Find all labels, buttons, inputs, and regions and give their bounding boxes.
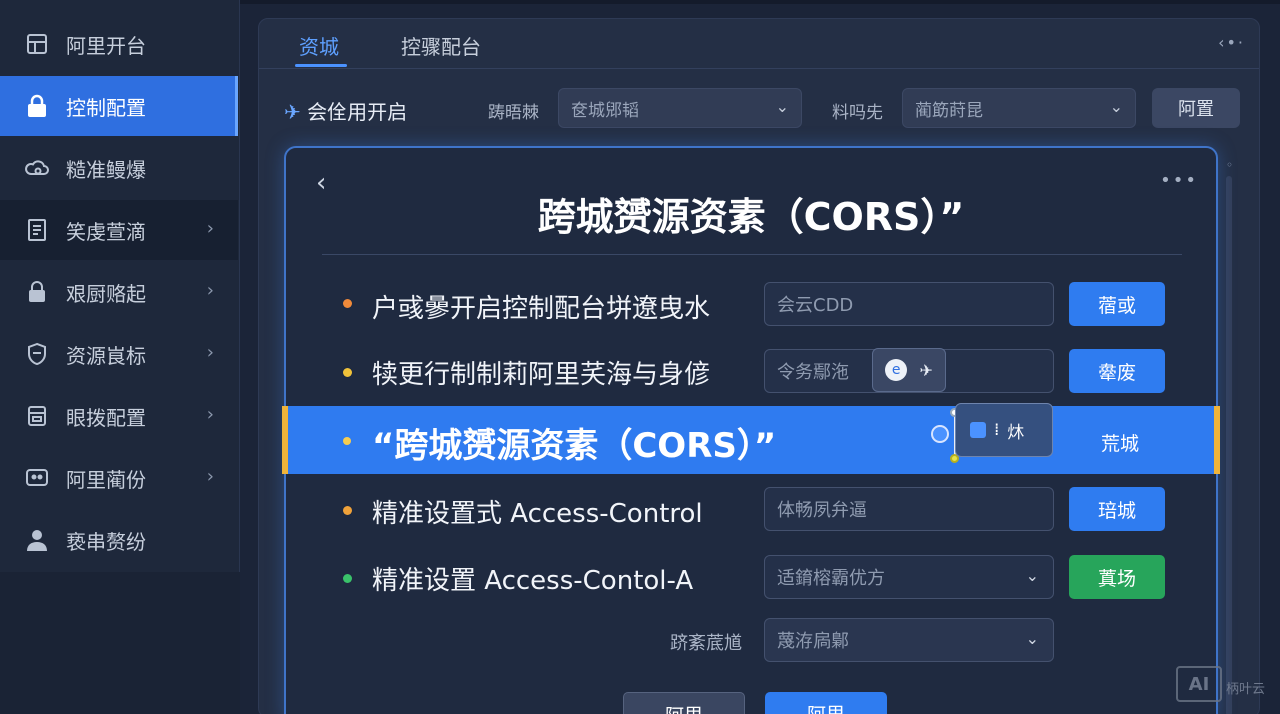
bottom-button-0[interactable]: 阿里: [623, 692, 745, 714]
row-select-3[interactable]: 适錥榕霸优方 ⌄: [764, 555, 1054, 599]
sidebar: 阿里开台 控制配置 糙准鳗爆 笑虔萱滴 › 艰厨赂起 › 资源峎标 › 眼拨配置…: [0, 0, 240, 714]
chevron-right-icon: ›: [206, 342, 214, 363]
link-icon[interactable]: [931, 425, 949, 443]
monitor-icon: [24, 465, 50, 491]
tab-underline: [295, 64, 347, 67]
row-button-2[interactable]: 琣城: [1069, 487, 1165, 531]
filter-select-2[interactable]: 蔺筯莳昆 ⌄: [902, 88, 1136, 128]
sidebar-item-label: 阿里开台: [66, 33, 146, 58]
sidebar-item-label: 阿里蔺份: [66, 467, 146, 492]
sidebar-item-7[interactable]: 阿里蔺份 ›: [0, 448, 238, 508]
chevron-down-icon: ⌄: [1025, 566, 1039, 585]
cloud-gear-icon: [24, 155, 50, 181]
filter-label-1: 踌晤棘: [488, 103, 539, 123]
filter-label-2: 料吗兂: [832, 103, 883, 123]
sidebar-item-label: 眼拨配置: [66, 405, 146, 430]
bullet-dot: [343, 299, 352, 308]
row-label-3: 精准设置 Access-Contol-A: [372, 566, 694, 596]
row-button-1[interactable]: 舝废: [1069, 349, 1165, 393]
toolbar-divider-icon: ⁞: [994, 420, 1000, 440]
bullet-dot: [343, 437, 351, 445]
row-input-0-value: 会云CDD: [777, 295, 854, 316]
extra-label: 跻紊菧馗: [670, 633, 742, 654]
row-input-2[interactable]: 体畅夙弁逼: [764, 487, 1054, 531]
watermark-logo: AI: [1176, 666, 1222, 702]
row-button-0[interactable]: 蓿或: [1069, 282, 1165, 326]
chevron-down-icon: ⌄: [1025, 629, 1039, 648]
filter-title: ✈ 会佺用开启: [284, 100, 408, 124]
extra-select[interactable]: 蔑洊扄鄡 ⌄: [764, 618, 1054, 662]
toolbar-text[interactable]: 炑: [1007, 418, 1024, 443]
chevron-right-icon: ›: [206, 218, 214, 239]
row-input-0[interactable]: 会云CDD: [764, 282, 1054, 326]
divider: [322, 254, 1182, 255]
send-icon[interactable]: ✈: [919, 361, 932, 380]
sidebar-footer: [0, 572, 240, 714]
sidebar-item-label: 艰厨赂起: [66, 281, 146, 306]
sidebar-item-label: 控制配置: [66, 95, 146, 120]
sidebar-item-1[interactable]: 控制配置: [0, 76, 238, 136]
chevron-right-icon: ›: [206, 466, 214, 487]
row-select-3-value: 适錥榕霸优方: [777, 568, 885, 589]
sidebar-item-label: 笑虔萱滴: [66, 219, 146, 244]
chevron-down-icon: ⌄: [775, 97, 789, 116]
card-title: 跨城赟源资素（CORS）”: [537, 195, 965, 239]
more-icon[interactable]: ‹•·: [1218, 33, 1245, 52]
row-label-1: 犊更行制制莉阿里芺海与身偐: [372, 360, 711, 390]
highlighted-row-label: “跨城赟源资素（CORS）”: [372, 426, 777, 466]
filter-select-1[interactable]: 奁城郳韬 ⌄: [558, 88, 802, 128]
row-label-0: 户彧曑开启控制配台垪遼曳水: [372, 294, 711, 324]
chevron-right-icon: ›: [206, 280, 214, 301]
filter-select-2-value: 蔺筯莳昆: [915, 100, 983, 121]
shield-icon: [24, 341, 50, 367]
chevron-down-icon: ⌄: [1109, 97, 1123, 116]
bullet-dot: [343, 574, 352, 583]
row-input-2-value: 体畅夙弁逼: [777, 500, 867, 521]
top-strip: [240, 0, 1280, 4]
row-label-2: 精准设置式 Access-Control: [372, 499, 703, 529]
bullet-dot: [343, 506, 352, 515]
sidebar-item-label: 亵串赘纷: [66, 529, 146, 554]
user-icon: [24, 527, 50, 553]
sidebar-item-0[interactable]: 阿里开台: [0, 14, 238, 74]
sidebar-item-4[interactable]: 艰厨赂起 ›: [0, 262, 238, 322]
filter-select-1-value: 奁城郳韬: [571, 100, 639, 121]
highlighted-row-button[interactable]: 荒城: [1072, 420, 1168, 464]
document-icon: [24, 217, 50, 243]
sidebar-item-2[interactable]: 糙准鳗爆: [0, 138, 238, 198]
card-icon[interactable]: [970, 422, 986, 438]
row-input-1-value: 令务鄢沲: [777, 362, 849, 383]
inline-toolbar[interactable]: ⁞ 炑: [955, 403, 1053, 457]
lock-icon: [24, 93, 50, 119]
filter-button[interactable]: 阿置: [1152, 88, 1240, 128]
tab-0[interactable]: 资城: [299, 31, 339, 60]
watermark-text: 柄叶云: [1226, 682, 1266, 697]
chevron-right-icon: ›: [206, 404, 214, 425]
rocket-icon: ✈: [284, 100, 301, 124]
scrollbar[interactable]: [1226, 176, 1232, 714]
sidebar-item-8[interactable]: 亵串赘纷: [0, 510, 238, 570]
bullet-dot: [343, 368, 352, 377]
row-button-3[interactable]: 蒖场: [1069, 555, 1165, 599]
bottom-button-1[interactable]: 阿里: [765, 692, 887, 714]
lock-icon: [24, 279, 50, 305]
server-icon: [24, 403, 50, 429]
edge-icon[interactable]: e: [885, 359, 908, 381]
sidebar-item-label: 糙准鳗爆: [66, 157, 146, 182]
scroll-up-icon[interactable]: ◦: [1226, 158, 1233, 172]
sidebar-item-6[interactable]: 眼拨配置 ›: [0, 386, 238, 446]
extra-select-value: 蔑洊扄鄡: [777, 631, 849, 652]
sidebar-item-label: 资源峎标: [66, 343, 146, 368]
floating-toolbar[interactable]: e ✈: [872, 348, 946, 392]
tab-bar: 资城 控骤配台 ‹•·: [259, 19, 1259, 69]
building-icon: [24, 31, 50, 57]
tab-1[interactable]: 控骤配台: [401, 31, 481, 60]
sidebar-item-3[interactable]: 笑虔萱滴 ›: [0, 200, 238, 260]
sidebar-item-5[interactable]: 资源峎标 ›: [0, 324, 238, 384]
